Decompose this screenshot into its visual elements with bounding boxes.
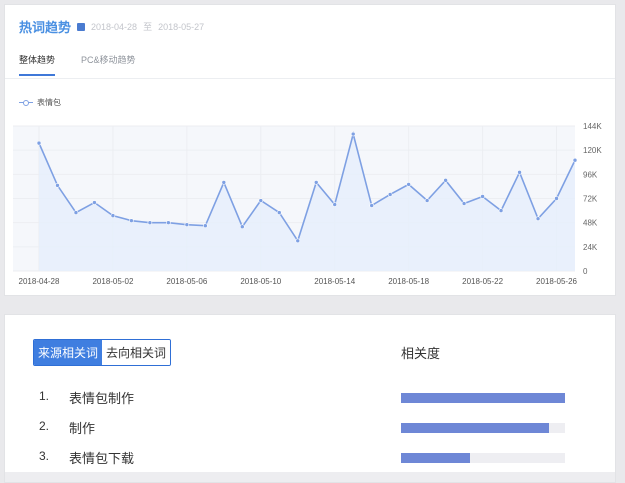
x-tick-label: 2018-05-18 <box>388 277 429 286</box>
data-point <box>36 140 42 146</box>
row-index: 1. <box>39 389 50 403</box>
data-point <box>313 180 319 185</box>
relevance-bar <box>401 423 565 433</box>
data-point <box>554 196 559 201</box>
data-point <box>166 220 171 225</box>
x-tick-label: 2018-05-14 <box>314 277 355 286</box>
data-point <box>295 238 301 244</box>
related-row[interactable]: 2. 制作 <box>5 417 615 437</box>
data-point <box>406 182 411 187</box>
data-point <box>369 203 374 208</box>
data-point <box>73 210 79 215</box>
y-tick-label: 72K <box>583 195 598 204</box>
data-point <box>221 180 227 185</box>
x-tick-label: 2018-05-06 <box>166 277 207 286</box>
data-point <box>572 157 578 163</box>
correlation-header: 相关度 <box>401 346 441 361</box>
data-point <box>535 216 541 221</box>
data-point <box>480 194 485 199</box>
row-label[interactable]: 表情包下载 <box>69 448 134 467</box>
row-label[interactable]: 制作 <box>69 418 95 437</box>
relevance-bar-fill <box>401 453 470 463</box>
data-point <box>517 170 522 175</box>
source-related-button[interactable]: 来源相关词 <box>34 340 103 365</box>
x-tick-label: 2018-05-26 <box>536 277 577 286</box>
relevance-bar-fill <box>401 393 565 403</box>
y-tick-label: 96K <box>583 170 598 179</box>
x-tick-label: 2018-05-22 <box>462 277 503 286</box>
data-point <box>387 192 393 197</box>
relevance-bar <box>401 393 565 403</box>
x-tick-label: 2018-04-28 <box>19 277 60 286</box>
data-point <box>240 224 245 229</box>
data-point <box>129 218 134 223</box>
related-words-panel: 来源相关词 去向相关词 相关度 1. 表情包制作 2. 制作 3. 表情包下载 <box>4 314 616 483</box>
trend-panel: 热词趋势 2018-04-28 至 2018-05-27 整体趋势 PC&移动趋… <box>4 4 616 296</box>
y-tick-label: 48K <box>583 219 598 228</box>
y-tick-label: 120K <box>583 146 602 155</box>
y-tick-label: 0 <box>583 267 588 276</box>
data-point <box>258 198 264 203</box>
data-point <box>461 201 467 206</box>
data-point <box>350 131 356 137</box>
x-tick-label: 2018-05-10 <box>240 277 281 286</box>
related-row[interactable]: 3. 表情包下载 <box>5 447 615 467</box>
relevance-bar <box>401 453 565 463</box>
data-point <box>147 220 153 225</box>
data-point <box>184 222 190 227</box>
related-segment-control: 来源相关词 去向相关词 <box>33 339 172 366</box>
row-index: 3. <box>39 449 50 463</box>
data-point <box>276 210 282 215</box>
target-related-button[interactable]: 去向相关词 <box>102 340 171 365</box>
y-tick-label: 144K <box>583 122 602 131</box>
y-tick-label: 24K <box>583 243 598 252</box>
data-point <box>424 198 430 203</box>
data-point <box>92 200 97 205</box>
trend-chart: 0 24K 48K 72K 96K 120K 144K 2018-04-28 2018-05-0… <box>13 122 602 286</box>
data-point <box>203 223 208 228</box>
data-point <box>498 208 504 213</box>
data-point <box>110 213 116 218</box>
row-index: 2. <box>39 419 50 433</box>
related-row[interactable]: 1. 表情包制作 <box>5 387 615 407</box>
relevance-bar-fill <box>401 423 549 433</box>
x-tick-label: 2018-05-02 <box>92 277 133 286</box>
row-label[interactable]: 表情包制作 <box>69 388 134 407</box>
data-point <box>55 183 60 188</box>
bottom-strip <box>5 472 615 482</box>
data-point <box>332 202 338 207</box>
data-point <box>443 178 448 183</box>
